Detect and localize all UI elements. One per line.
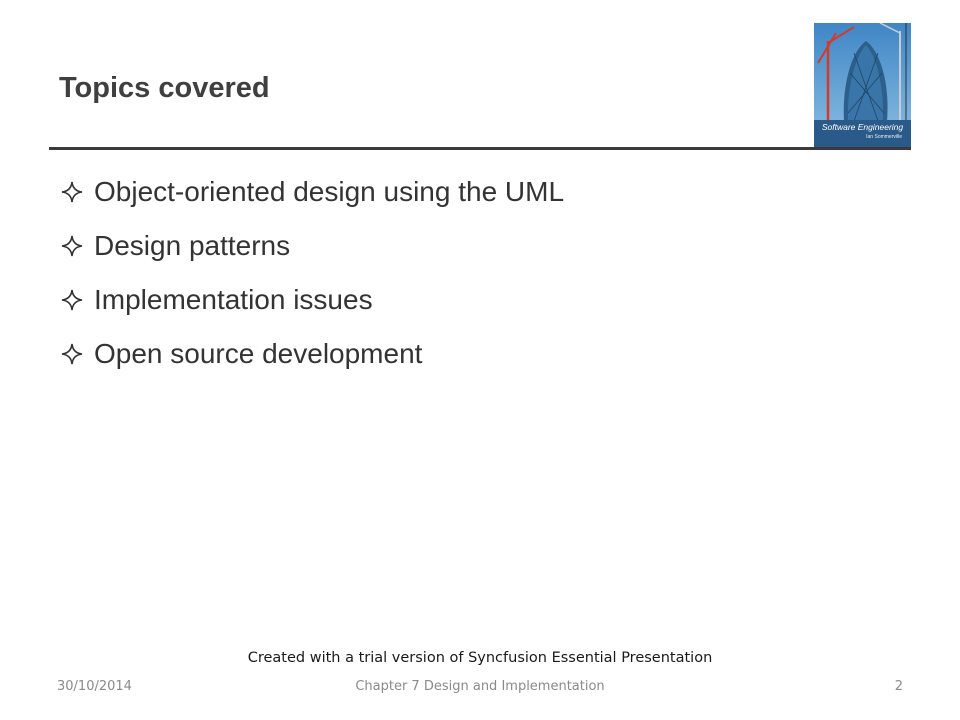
bullet-text: Implementation issues (94, 284, 373, 315)
bullet-item: Implementation issues (60, 282, 564, 318)
four-point-star-icon (61, 343, 83, 365)
footer-date: 30/10/2014 (57, 679, 132, 694)
bullet-text: Object-oriented design using the UML (94, 176, 565, 207)
book-cover-image: Software Engineering Ian Sommerville (814, 23, 911, 148)
four-point-star-icon (61, 289, 83, 311)
bullet-item: Design patterns (60, 228, 564, 264)
footer-page-number: 2 (894, 679, 903, 694)
bullet-item: Object-oriented design using the UML (60, 174, 564, 210)
title-divider (49, 147, 911, 150)
bullet-text: Open source development (94, 338, 423, 369)
cover-author: Ian Sommerville (866, 134, 902, 140)
trial-watermark: Created with a trial version of Syncfusi… (247, 650, 713, 666)
bullet-list: Object-oriented design using the UML Des… (60, 174, 564, 390)
footer-chapter: Chapter 7 Design and Implementation (355, 679, 605, 694)
cover-book-title: Software Engineering (821, 122, 904, 132)
four-point-star-icon (61, 181, 83, 203)
bullet-text: Design patterns (94, 230, 291, 261)
four-point-star-icon (61, 235, 83, 257)
slide: Topics covered Software Engineering Ian … (0, 0, 960, 720)
bullet-item: Open source development (60, 336, 564, 372)
slide-title: Topics covered (59, 72, 270, 104)
